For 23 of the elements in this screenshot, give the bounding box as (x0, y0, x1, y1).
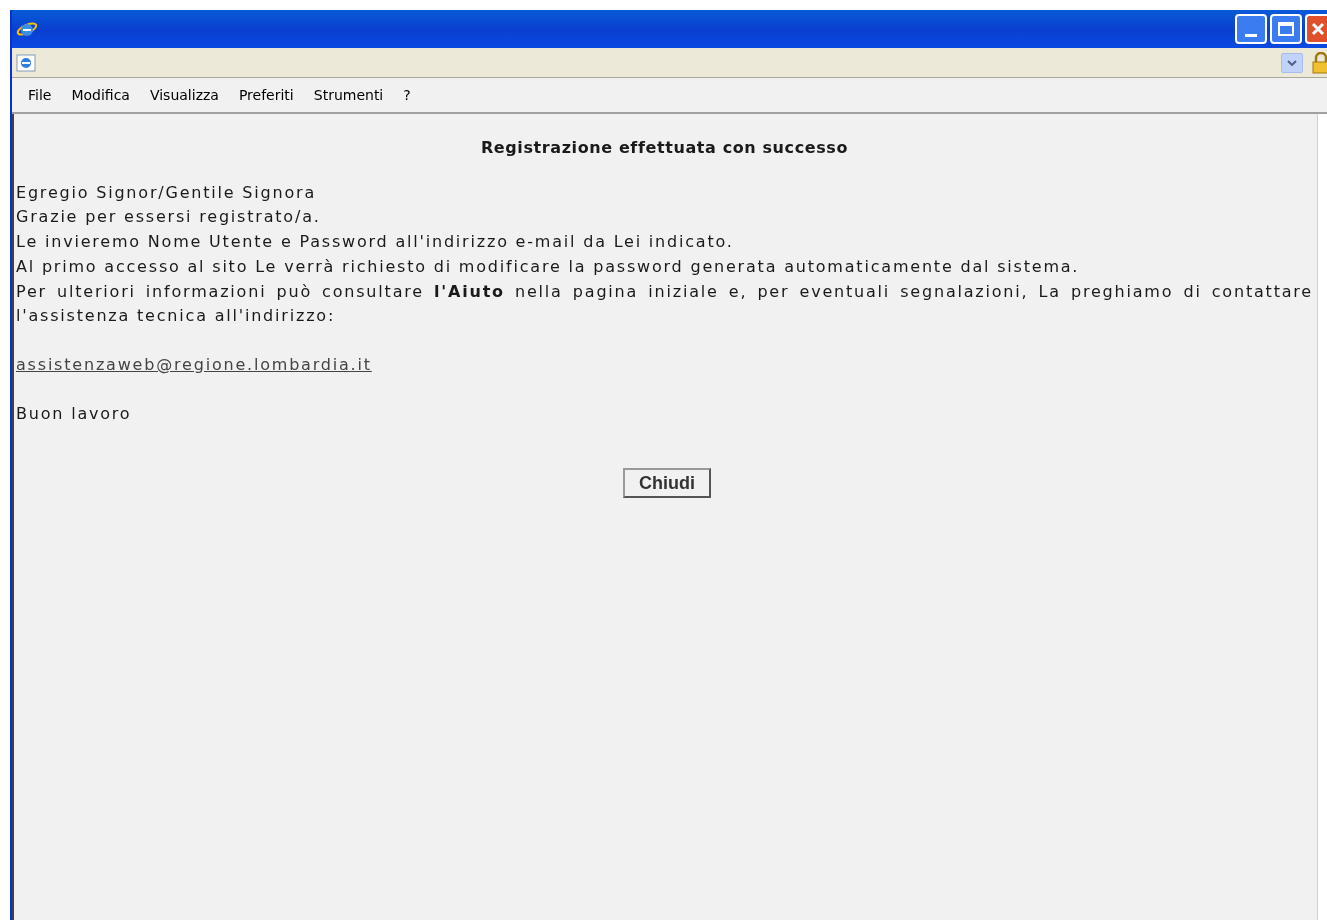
caret-icon (1287, 59, 1297, 66)
menu-item[interactable]: Strumenti (303, 82, 394, 108)
menu-item[interactable]: File (18, 82, 62, 108)
lock-icon (1311, 51, 1327, 74)
minimize-button[interactable] (1235, 14, 1267, 44)
close-button[interactable]: Chiudi (623, 468, 711, 499)
closing-text: Buon lavoro (16, 403, 132, 423)
dropdown-button[interactable] (1281, 52, 1303, 73)
menu-item[interactable]: ? (393, 82, 421, 108)
menu-item[interactable]: Preferiti (228, 82, 304, 108)
page-heading: Registrazione effettuata con successo (479, 137, 850, 159)
page-icon (16, 53, 36, 72)
info-paragraph: Per ulteriori informazioni può consultare l'Aiuto nella pagina iniziale e, per eventuali segnalazioni, La preghiamo di contattare l'assistenza tecnica all'indirizzo: (16, 280, 1313, 328)
close-icon (1311, 22, 1325, 36)
email-link[interactable]: assistenzaweb@regione.lombardia.it (16, 354, 372, 374)
message-line: Egregio Signor/Gentile Signora (16, 182, 316, 202)
menu-item[interactable]: Modifica (61, 82, 140, 108)
message-line: Grazie per essersi registrato/a. (16, 207, 321, 227)
close-button[interactable] (1305, 14, 1327, 44)
maximize-button[interactable] (1270, 14, 1302, 44)
message-line: Le invieremo Nome Utente e Password all'indirizzo e-mail da Lei indicato. (16, 232, 734, 252)
message-line: Al primo accesso al sito Le verrà richiesto di modificare la password generata automaticamente dal sistema. (16, 256, 1080, 276)
menu-item[interactable]: Visualizza (139, 82, 229, 108)
